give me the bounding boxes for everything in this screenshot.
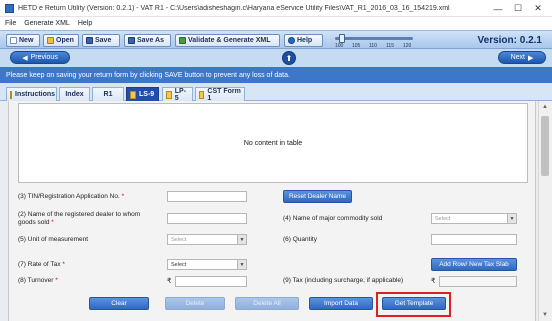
chevron-down-icon: ▼ xyxy=(237,235,246,244)
highlight-box xyxy=(376,292,451,317)
navigation-bar: ◀ Previous ⬆ Next ▶ xyxy=(0,49,552,67)
maximize-button[interactable]: ☐ xyxy=(508,0,528,17)
scroll-down-arrow-icon[interactable]: ▼ xyxy=(541,311,549,319)
tab-r1[interactable]: R1 xyxy=(92,87,124,101)
scroll-top-button[interactable]: ⬆ xyxy=(282,51,296,65)
menu-file[interactable]: File xyxy=(5,20,16,27)
chevron-down-icon: ▼ xyxy=(237,260,246,269)
validate-icon xyxy=(179,37,186,44)
zoom-slider-track[interactable] xyxy=(335,37,413,40)
floppy-disk-icon xyxy=(86,37,93,44)
chevron-down-icon: ▼ xyxy=(507,214,516,223)
required-mark: * xyxy=(121,193,125,200)
tax-label: (9) Tax (including surcharge, if applica… xyxy=(283,277,404,284)
tab-ls9[interactable]: LS-9 xyxy=(126,87,159,101)
arrow-right-icon: ▶ xyxy=(528,54,534,62)
arrow-left-icon: ◀ xyxy=(22,54,28,62)
vertical-scrollbar[interactable]: ▲ ▼ xyxy=(538,101,552,321)
ls9-form-panel: No content in table (3) TIN/Registration… xyxy=(8,101,536,321)
tin-input[interactable] xyxy=(167,191,247,202)
delete-all-button[interactable]: Delete All xyxy=(235,297,299,310)
sales-table: No content in table xyxy=(18,103,528,183)
required-mark: * xyxy=(51,219,54,226)
next-button[interactable]: Next ▶ xyxy=(498,51,546,64)
validate-generate-xml-button[interactable]: Validate & Generate XML xyxy=(175,34,280,47)
menu-bar: File Generate XML Help xyxy=(0,17,552,30)
help-icon xyxy=(288,37,295,44)
new-file-icon xyxy=(10,37,17,44)
clear-button[interactable]: Clear xyxy=(89,297,149,310)
tab-lp5[interactable]: LP-5 xyxy=(162,87,193,102)
rate-of-tax-label: (7) Rate of Tax * xyxy=(18,261,65,268)
dealer-name-input[interactable] xyxy=(167,213,247,224)
commodity-label: (4) Name of major commodity sold xyxy=(283,215,383,222)
menu-help[interactable]: Help xyxy=(78,20,92,27)
doc-icon xyxy=(130,90,136,99)
menu-generate-xml[interactable]: Generate XML xyxy=(24,20,70,27)
save-button[interactable]: Save xyxy=(82,34,120,47)
minimize-button[interactable]: — xyxy=(488,0,508,17)
previous-button[interactable]: ◀ Previous xyxy=(10,51,70,64)
import-data-button[interactable]: Import Data xyxy=(309,297,373,310)
window-title: HETD e Return Utility (Version: 0.2.1) -… xyxy=(18,4,450,12)
tab-instructions[interactable]: Instructions xyxy=(6,87,57,101)
folder-icon xyxy=(47,37,54,44)
tab-index[interactable]: Index xyxy=(59,87,90,101)
info-message-bar: Please keep on saving your return form b… xyxy=(0,67,552,83)
doc-icon xyxy=(166,90,172,99)
save-as-icon xyxy=(128,37,135,44)
open-button[interactable]: Open xyxy=(43,34,79,47)
tab-bar: Instructions Index R1 LS-9 LP-5 CST Form… xyxy=(0,83,552,102)
unit-label: (5) Unit of measurement xyxy=(18,236,89,243)
app-icon xyxy=(5,3,14,13)
rupee-icon: ₹ xyxy=(167,278,172,285)
quantity-input[interactable] xyxy=(431,234,517,245)
main-content: No content in table (3) TIN/Registration… xyxy=(0,101,552,321)
unit-select[interactable]: Select ▼ xyxy=(167,234,247,245)
tax-input[interactable] xyxy=(439,276,517,287)
arrow-up-icon: ⬆ xyxy=(285,53,293,63)
required-mark: * xyxy=(62,261,65,268)
quantity-label: (6) Quantity xyxy=(283,236,317,243)
new-button[interactable]: New xyxy=(6,34,40,47)
doc-icon xyxy=(199,90,205,99)
turnover-label: (8) Turnover * xyxy=(18,277,58,284)
required-mark: * xyxy=(55,277,58,284)
reset-dealer-name-button[interactable]: Reset Dealer Name xyxy=(283,190,352,203)
zoom-slider-handle[interactable] xyxy=(339,34,345,43)
version-label: Version: 0.2.1 xyxy=(477,35,542,46)
add-row-tax-slab-button[interactable]: Add Row/ New Tax Slab xyxy=(431,258,517,271)
title-bar: HETD e Return Utility (Version: 0.2.1) -… xyxy=(0,0,552,17)
doc-icon xyxy=(10,90,12,99)
tin-label: (3) TIN/Registration Application No. * xyxy=(18,193,125,200)
save-as-button[interactable]: Save As xyxy=(124,34,171,47)
rupee-icon: ₹ xyxy=(431,278,436,285)
dealer-name-label: (2) Name of the registered dealer to who… xyxy=(18,211,141,226)
turnover-input[interactable] xyxy=(175,276,247,287)
close-button[interactable]: ✕ xyxy=(528,0,548,17)
scroll-up-arrow-icon[interactable]: ▲ xyxy=(541,103,549,111)
tab-cst-form-1[interactable]: CST Form 1 xyxy=(195,87,245,102)
help-button[interactable]: Help xyxy=(284,34,323,47)
rate-of-tax-select[interactable]: Select ▼ xyxy=(167,259,247,270)
scrollbar-thumb[interactable] xyxy=(541,116,549,176)
window-controls: — ☐ ✕ xyxy=(488,0,548,17)
toolbar: New Open Save Save As Validate & Generat… xyxy=(0,30,552,49)
delete-button[interactable]: Delete xyxy=(165,297,225,310)
commodity-select[interactable]: Select ▼ xyxy=(431,213,517,224)
empty-table-message: No content in table xyxy=(243,139,303,147)
